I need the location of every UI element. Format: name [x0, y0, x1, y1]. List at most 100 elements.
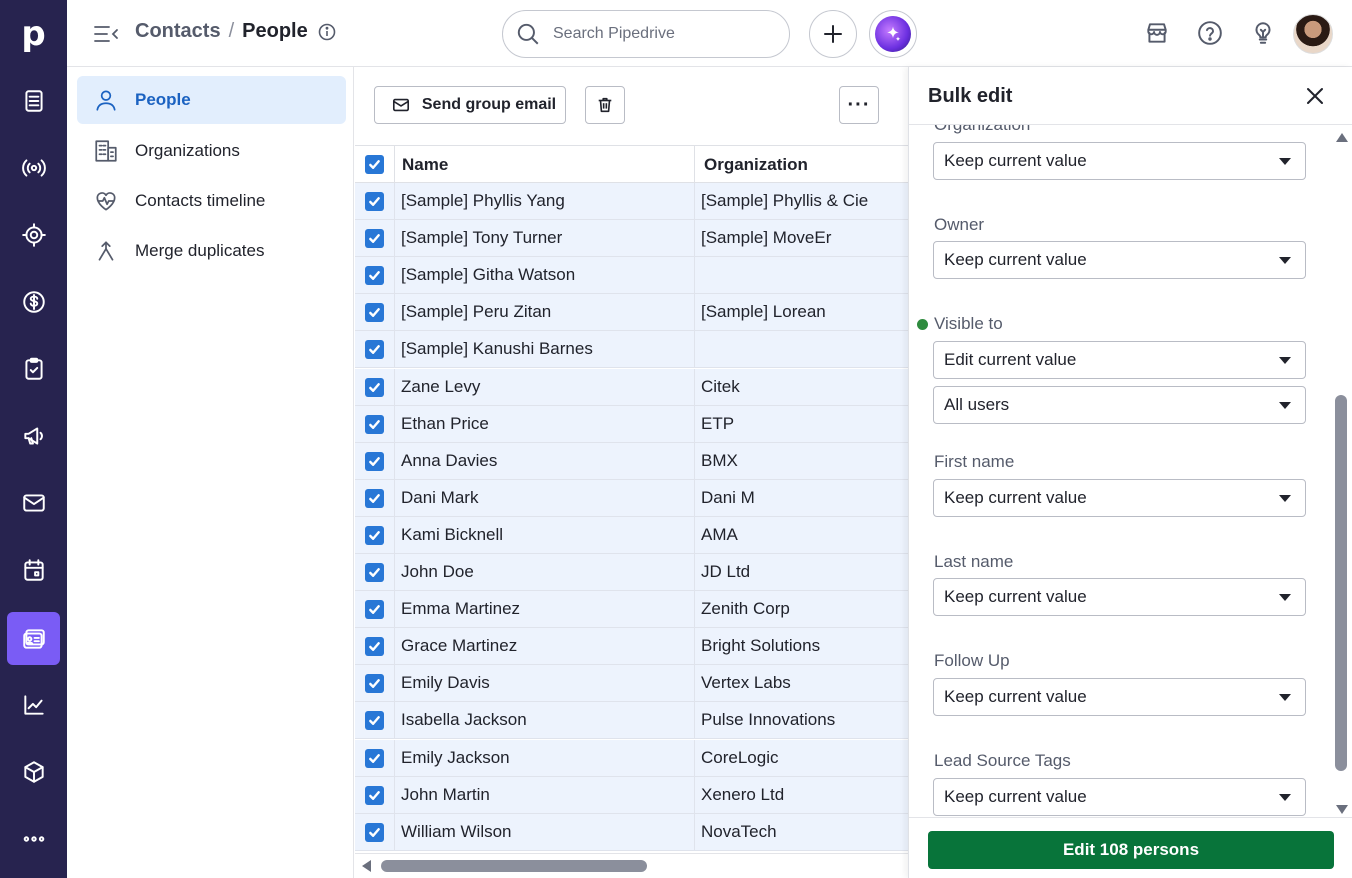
cell-organization[interactable]: AMA	[695, 517, 908, 553]
scroll-left-arrow[interactable]	[362, 860, 371, 872]
column-header-name[interactable]: Name	[395, 146, 695, 183]
sidebar-toggle-button[interactable]	[93, 22, 119, 46]
rail-item-broadcast[interactable]	[7, 141, 60, 194]
row-checkbox[interactable]	[365, 191, 384, 211]
quick-add-button[interactable]	[809, 10, 857, 58]
cell-organization[interactable]: Bright Solutions	[695, 628, 908, 664]
apply-bulk-edit-button[interactable]: Edit 108 persons	[928, 831, 1334, 869]
table-row[interactable]: Kami Bicknell AMA	[355, 517, 908, 554]
row-checkbox[interactable]	[365, 785, 384, 805]
cell-organization[interactable]: Vertex Labs	[695, 665, 908, 701]
row-checkbox[interactable]	[365, 488, 384, 508]
table-row[interactable]: Emma Martinez Zenith Corp	[355, 591, 908, 628]
cell-name[interactable]: [Sample] Githa Watson	[395, 257, 695, 293]
row-checkbox[interactable]	[365, 562, 384, 582]
table-row[interactable]: William Wilson NovaTech	[355, 814, 908, 851]
rail-item-more[interactable]	[7, 812, 60, 865]
row-checkbox[interactable]	[365, 525, 384, 545]
cell-organization[interactable]: [Sample] MoveEr	[695, 220, 908, 256]
cell-name[interactable]: Grace Martinez	[395, 628, 695, 664]
row-checkbox[interactable]	[365, 636, 384, 656]
cell-name[interactable]: Dani Mark	[395, 480, 695, 516]
cell-name[interactable]: [Sample] Phyllis Yang	[395, 183, 695, 219]
table-row[interactable]: Dani Mark Dani M	[355, 480, 908, 517]
rail-item-insights[interactable]	[7, 678, 60, 731]
cell-organization[interactable]: NovaTech	[695, 814, 908, 850]
select-all-checkbox[interactable]	[365, 155, 384, 174]
table-row[interactable]: Ethan Price ETP	[355, 406, 908, 443]
cell-name[interactable]: Kami Bicknell	[395, 517, 695, 553]
cell-organization[interactable]: Dani M	[695, 480, 908, 516]
cell-name[interactable]: Emily Davis	[395, 665, 695, 701]
cell-organization[interactable]: ETP	[695, 406, 908, 442]
rail-item-deals[interactable]	[7, 275, 60, 328]
row-checkbox[interactable]	[365, 414, 384, 434]
table-row[interactable]: [Sample] Phyllis Yang [Sample] Phyllis & …	[355, 183, 908, 220]
more-actions-button[interactable]: ···	[839, 86, 879, 124]
horizontal-scrollbar[interactable]	[355, 853, 908, 878]
table-row[interactable]: Emily Davis Vertex Labs	[355, 665, 908, 702]
user-avatar[interactable]	[1293, 14, 1333, 54]
horizontal-scroll-thumb[interactable]	[381, 860, 647, 872]
cell-name[interactable]: Emily Jackson	[395, 740, 695, 776]
search-input[interactable]	[553, 25, 773, 43]
table-row[interactable]: Isabella Jackson Pulse Innovations	[355, 702, 908, 739]
table-row[interactable]: Zane Levy Citek	[355, 369, 908, 406]
cell-organization[interactable]: [Sample] Lorean	[695, 294, 908, 330]
cell-name[interactable]: Zane Levy	[395, 369, 695, 405]
info-icon[interactable]	[318, 23, 336, 41]
ai-assistant-button[interactable]	[869, 10, 917, 58]
cell-organization[interactable]: CoreLogic	[695, 740, 908, 776]
visible-to-value-select[interactable]: All users	[933, 386, 1306, 424]
send-group-email-button[interactable]: Send group email	[374, 86, 566, 124]
table-row[interactable]: [Sample] Kanushi Barnes	[355, 331, 908, 368]
cell-organization[interactable]: Citek	[695, 369, 908, 405]
column-header-organization[interactable]: Organization	[695, 146, 908, 183]
cell-name[interactable]: Ethan Price	[395, 406, 695, 442]
tips-button[interactable]	[1248, 18, 1278, 48]
cell-organization[interactable]: BMX	[695, 443, 908, 479]
cell-organization[interactable]: Zenith Corp	[695, 591, 908, 627]
scroll-down-arrow[interactable]	[1336, 805, 1348, 814]
rail-item-campaigns[interactable]	[7, 409, 60, 462]
scroll-up-arrow[interactable]	[1336, 133, 1348, 142]
table-row[interactable]: John Martin Xenero Ltd	[355, 777, 908, 814]
delete-button[interactable]	[585, 86, 625, 124]
vertical-scroll-thumb[interactable]	[1335, 395, 1347, 771]
cell-name[interactable]: Emma Martinez	[395, 591, 695, 627]
cell-organization[interactable]: Pulse Innovations	[695, 702, 908, 738]
marketplace-button[interactable]	[1142, 18, 1172, 48]
table-row[interactable]: [Sample] Tony Turner [Sample] MoveEr	[355, 220, 908, 257]
sidebar-item-people[interactable]: People	[77, 76, 346, 124]
cell-name[interactable]: [Sample] Kanushi Barnes	[395, 331, 695, 367]
rail-item-calendar[interactable]	[7, 543, 60, 596]
sidebar-item-organizations[interactable]: Organizations	[77, 127, 346, 175]
panel-vertical-scrollbar[interactable]	[1335, 127, 1349, 817]
table-row[interactable]: Grace Martinez Bright Solutions	[355, 628, 908, 665]
cell-name[interactable]: Isabella Jackson	[395, 702, 695, 738]
global-search[interactable]	[502, 10, 790, 58]
row-checkbox[interactable]	[365, 748, 384, 768]
cell-organization[interactable]	[695, 257, 908, 293]
cell-name[interactable]: John Martin	[395, 777, 695, 813]
cell-name[interactable]: [Sample] Tony Turner	[395, 220, 695, 256]
cell-name[interactable]: John Doe	[395, 554, 695, 590]
cell-organization[interactable]: JD Ltd	[695, 554, 908, 590]
first-name-select[interactable]: Keep current value	[933, 479, 1306, 517]
row-checkbox[interactable]	[365, 339, 384, 359]
row-checkbox[interactable]	[365, 228, 384, 248]
row-checkbox[interactable]	[365, 710, 384, 730]
sidebar-item-merge-duplicates[interactable]: Merge duplicates	[77, 227, 346, 275]
table-row[interactable]: Emily Jackson CoreLogic	[355, 740, 908, 777]
row-checkbox[interactable]	[365, 302, 384, 322]
row-checkbox[interactable]	[365, 599, 384, 619]
owner-select[interactable]: Keep current value	[933, 241, 1306, 279]
pipedrive-logo[interactable]: p	[0, 0, 67, 67]
help-button[interactable]	[1195, 18, 1225, 48]
visible-to-mode-select[interactable]: Edit current value	[933, 341, 1306, 379]
rail-item-contacts[interactable]	[7, 612, 60, 665]
rail-item-activities[interactable]	[7, 342, 60, 395]
cell-name[interactable]: [Sample] Peru Zitan	[395, 294, 695, 330]
row-checkbox[interactable]	[365, 377, 384, 397]
rail-item-products[interactable]	[7, 745, 60, 798]
